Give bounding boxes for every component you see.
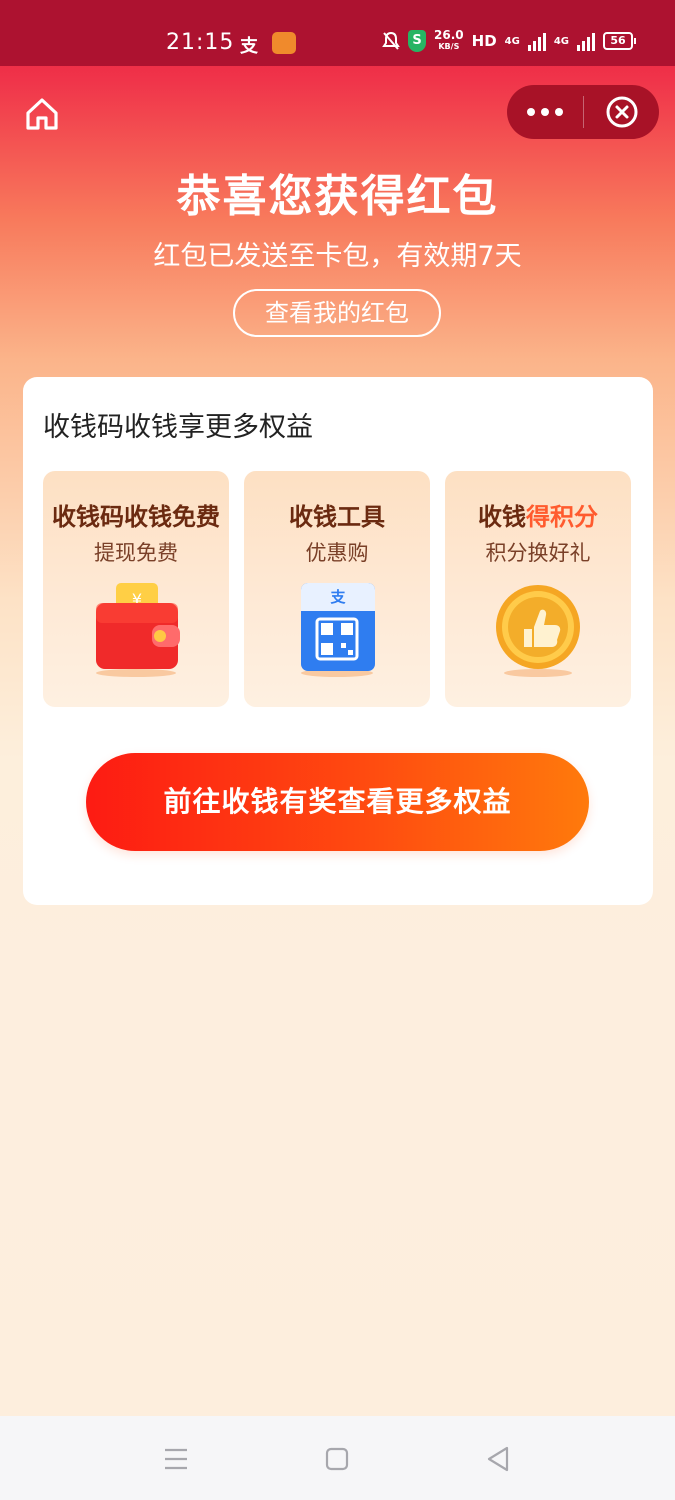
more-dot-icon [555,108,563,116]
qr-code-stand-icon: 支 [301,583,375,677]
home-square-icon[interactable] [325,1447,349,1471]
close-circle-icon [606,96,637,128]
page-title: 恭喜您获得红包 [176,171,499,222]
signal-icon-1 [527,31,546,51]
benefit-tile-tools[interactable]: 收钱工具 优惠购 支 [244,471,430,707]
menu-icon[interactable] [164,1447,188,1471]
wallet-icon: ¥ [96,583,180,677]
alipay-notification-icon: 支 [240,36,258,57]
thumbs-up-coin-icon [496,585,580,677]
tile-subtitle: 提现免费 [94,541,178,565]
battery-icon: 56 [603,32,636,50]
tile-heading: 收钱得积分 [478,503,598,531]
status-icons: S 26.0 KB/S HD 4G 4G 56 [382,28,636,52]
signal-icon-2 [577,31,595,51]
network-speed: 26.0 KB/S [434,28,464,51]
more-button[interactable] [507,85,583,139]
home-button[interactable] [24,96,60,132]
security-shield-icon: S [408,30,427,52]
more-dot-icon [527,108,535,116]
close-button[interactable] [584,85,659,139]
back-triangle-icon[interactable] [486,1446,510,1472]
mute-bell-icon [382,31,400,50]
card-title: 收钱码收钱享更多权益 [43,412,313,443]
status-time: 21:15 [166,30,235,55]
view-my-red-packet-button[interactable]: 查看我的红包 [233,289,441,337]
tile-heading: 收钱码收钱免费 [52,503,220,531]
mini-program-capsule [507,85,659,139]
network-type-1: 4G [504,35,520,47]
benefit-tile-points[interactable]: 收钱得积分 积分换好礼 [445,471,631,707]
uc-browser-notification-icon [272,32,296,54]
hd-voice-indicator: HD [471,32,497,50]
tile-heading: 收钱工具 [289,503,385,531]
tile-subtitle: 积分换好礼 [485,541,591,565]
benefit-tile-free-withdrawal[interactable]: 收钱码收钱免费 提现免费 ¥ [43,471,229,707]
home-icon [26,98,58,130]
page-subtitle: 红包已发送至卡包，有效期7天 [153,241,522,272]
network-type-2: 4G [553,35,569,47]
more-dot-icon [541,108,549,116]
status-bar: 21:15 支 S 26.0 KB/S HD 4G 4G 56 [0,0,675,66]
benefits-card: 收钱码收钱享更多权益 收钱码收钱免费 提现免费 ¥ 收钱工具 优惠购 支 收钱得… [23,377,653,905]
svg-text:支: 支 [329,588,346,606]
go-to-benefits-button[interactable]: 前往收钱有奖查看更多权益 [86,753,589,851]
tile-subtitle: 优惠购 [305,541,369,565]
